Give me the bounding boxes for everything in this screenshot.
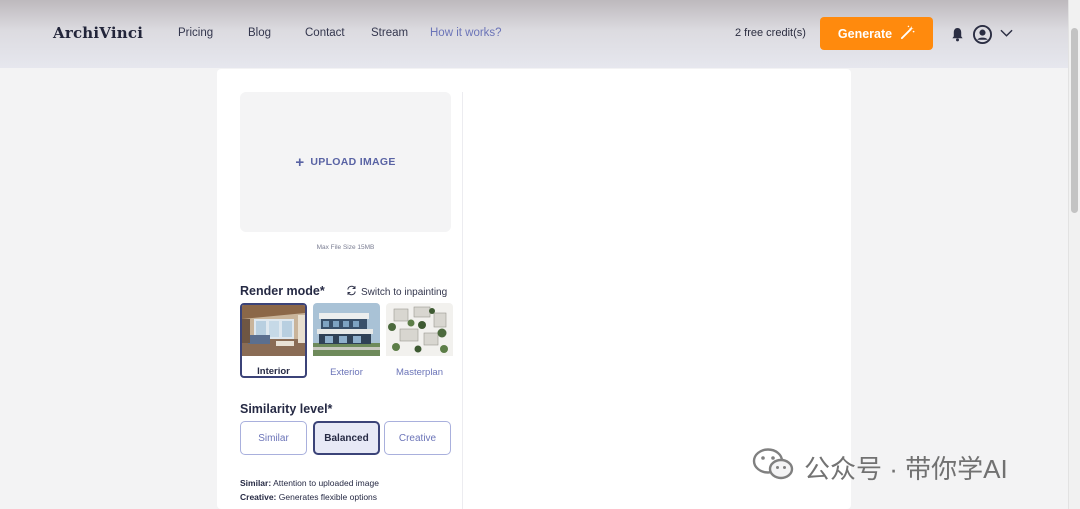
nav-how-it-works[interactable]: How it works? [430,27,502,39]
generate-button-label: Generate [837,26,893,41]
similarity-similar-button[interactable]: Similar [240,421,307,455]
legend-creative-key: Creative: [240,492,277,502]
render-mode-masterplan-label: Masterplan [396,367,443,378]
magic-wand-icon [900,25,915,43]
app-logo[interactable]: ArchiVinci [53,24,143,42]
plus-icon: + [295,153,305,171]
similarity-balanced-button[interactable]: Balanced [313,421,380,455]
legend-similar-key: Similar: [240,478,272,488]
user-avatar-icon[interactable] [972,24,992,44]
masterplan-thumbnail [386,303,453,356]
nav-stream[interactable]: Stream [371,27,408,39]
wechat-watermark: 公众号 · 带你学AI [752,447,1008,488]
page-scrollbar[interactable] [1068,0,1080,509]
render-mode-interior[interactable]: Interior [240,303,307,378]
upload-image-dropzone[interactable]: + UPLOAD IMAGE [240,92,451,232]
similarity-level-title: Similarity level* [240,402,333,416]
upload-image-label: UPLOAD IMAGE [310,156,396,168]
switch-to-inpainting-link[interactable]: Switch to inpainting [346,285,447,299]
render-mode-masterplan[interactable]: Masterplan [386,303,453,378]
legend-similar: Similar: Attention to uploaded image [240,478,379,488]
switch-to-inpainting-label: Switch to inpainting [361,286,448,298]
interior-thumbnail [242,305,305,356]
exterior-thumbnail [313,303,380,356]
legend-creative-text: Generates flexible options [276,492,378,502]
nav-pricing[interactable]: Pricing [178,27,213,39]
similarity-creative-button[interactable]: Creative [384,421,451,455]
wechat-icon [752,447,794,488]
refresh-icon [346,285,357,299]
chevron-down-icon[interactable] [999,28,1013,38]
render-mode-exterior[interactable]: Exterior [313,303,380,378]
max-file-size-note: Max File Size 15MB [316,244,375,251]
watermark-text: 公众号 · 带你学AI [804,454,1008,484]
legend-creative: Creative: Generates flexible options [240,492,377,502]
credits-counter: 2 free credit(s) [735,27,806,39]
nav-contact[interactable]: Contact [305,27,345,39]
nav-blog[interactable]: Blog [248,27,271,39]
scrollbar-thumb[interactable] [1071,28,1078,213]
render-mode-interior-label: Interior [257,366,290,377]
render-mode-title: Render mode* [240,284,325,298]
generate-button[interactable]: Generate [820,17,933,50]
panel-divider [462,92,463,509]
legend-similar-text: Attention to uploaded image [271,478,379,488]
top-navigation-bar: ArchiVinci Pricing Blog Contact Stream H… [0,0,1068,68]
bell-icon[interactable] [950,26,964,42]
render-mode-exterior-label: Exterior [330,367,363,378]
